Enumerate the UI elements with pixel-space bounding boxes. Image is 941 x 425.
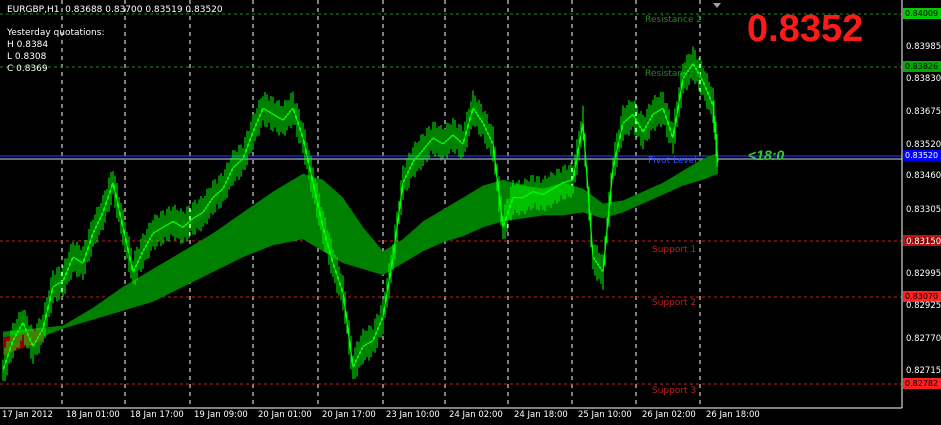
time-axis-label: 26 Jan 02:00 [642,410,696,420]
level-label: Support 3 [652,386,697,396]
yesterday-label: Yesterday quotations: [7,28,105,38]
price-axis-label: 0.83520 [906,140,941,150]
time-axis-label: 18 Jan 01:00 [66,410,120,420]
time-axis-label: 17 Jan 2012 [2,410,53,420]
level-price-box: 0.84009 [903,8,941,19]
price-axis-label: 0.83305 [906,205,941,215]
price-axis-label: 0.83675 [906,107,941,117]
level-price-box: 0.83520 [903,150,941,161]
level-price-box: 0.82782 [903,378,941,389]
level-label: Pivot Level [648,156,697,166]
price-axis-label: 0.82925 [906,301,941,311]
time-axis-label: 20 Jan 01:00 [258,410,312,420]
yesterday-low: L 0.8308 [7,52,47,62]
price-axis-label: 0.83830 [906,74,941,84]
price-axis-label: 0.83150 [906,237,941,247]
yesterday-close: C 0.8369 [7,64,48,74]
symbol-title: EURGBP,H1 0.83688 0.83700 0.83519 0.8352… [7,5,223,15]
time-axis-label: 19 Jan 09:00 [194,410,248,420]
level-label: Support 2 [652,298,697,308]
time-axis-label: 26 Jan 18:00 [706,410,760,420]
level-label: Support 1 [652,245,697,255]
yesterday-high: H 0.8384 [7,40,49,50]
time-axis-label: 18 Jan 17:00 [130,410,184,420]
price-axis-label: 0.82715 [906,366,941,376]
candle-timer: <18:0 [748,147,785,163]
level-price-box: 0.83826 [903,61,941,72]
time-axis-label: 20 Jan 17:00 [322,410,376,420]
time-axis-label: 23 Jan 10:00 [386,410,440,420]
level-label: Resistance 2 [645,15,703,25]
time-axis-label: 25 Jan 10:00 [578,410,632,420]
time-axis-label: 24 Jan 02:00 [449,410,503,420]
price-chart[interactable] [0,0,941,425]
current-price-display: 0.8352 [747,8,864,50]
level-label: Resistance 1 [645,69,703,79]
price-axis-label: 0.82995 [906,269,941,279]
price-axis-label: 0.83985 [906,42,941,52]
time-axis-label: 24 Jan 18:00 [514,410,568,420]
price-axis-label: 0.82770 [906,334,941,344]
price-axis-label: 0.83460 [906,171,941,181]
